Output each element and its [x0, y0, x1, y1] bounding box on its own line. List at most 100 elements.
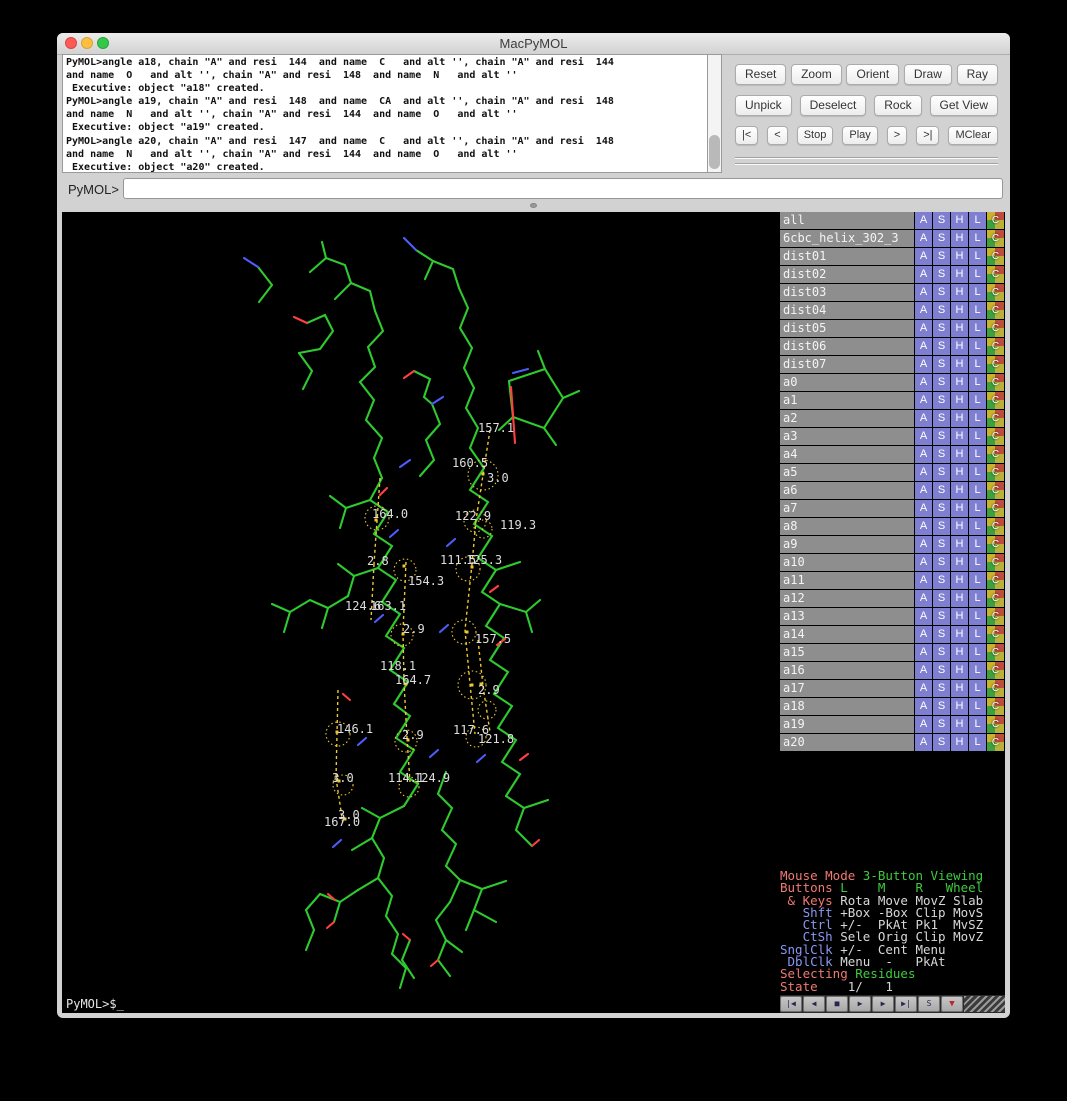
l-button[interactable]: L [969, 356, 986, 373]
l-button[interactable]: L [969, 392, 986, 409]
l-button[interactable]: L [969, 518, 986, 535]
h-button[interactable]: H [951, 464, 968, 481]
object-name[interactable]: a0 [780, 374, 914, 391]
s-button[interactable]: S [933, 518, 950, 535]
color-button[interactable]: C [987, 500, 1004, 517]
console-scrollbar-thumb[interactable] [709, 135, 720, 169]
s-button[interactable]: S [933, 464, 950, 481]
object-name[interactable]: dist07 [780, 356, 914, 373]
a-button[interactable]: A [915, 392, 932, 409]
h-button[interactable]: H [951, 572, 968, 589]
object-name[interactable]: 6cbc_helix_302_3 [780, 230, 914, 247]
s-button[interactable]: S [933, 536, 950, 553]
a-button[interactable]: A [915, 716, 932, 733]
s-button[interactable]: S [933, 410, 950, 427]
h-button[interactable]: H [951, 284, 968, 301]
object-name[interactable]: dist06 [780, 338, 914, 355]
h-button[interactable]: H [951, 266, 968, 283]
a-button[interactable]: A [915, 446, 932, 463]
btn-button[interactable]: |< [735, 126, 758, 145]
h-button[interactable]: H [951, 698, 968, 715]
l-button[interactable]: L [969, 536, 986, 553]
color-button[interactable]: C [987, 590, 1004, 607]
object-name[interactable]: a8 [780, 518, 914, 535]
color-button[interactable]: C [987, 446, 1004, 463]
l-button[interactable]: L [969, 626, 986, 643]
color-button[interactable]: C [987, 644, 1004, 661]
l-button[interactable]: L [969, 734, 986, 751]
object-name[interactable]: a14 [780, 626, 914, 643]
pymol-command-input[interactable] [123, 178, 1003, 199]
l-button[interactable]: L [969, 590, 986, 607]
s-button[interactable]: S [933, 500, 950, 517]
color-button[interactable]: C [987, 230, 1004, 247]
h-button[interactable]: H [951, 392, 968, 409]
a-button[interactable]: A [915, 248, 932, 265]
s-button[interactable]: S [933, 392, 950, 409]
resize-grip[interactable] [964, 996, 1005, 1012]
a-button[interactable]: A [915, 644, 932, 661]
l-button[interactable]: L [969, 428, 986, 445]
jump-end-button[interactable]: ▶| [895, 996, 917, 1012]
s-button[interactable]: S [933, 248, 950, 265]
color-button[interactable]: C [987, 662, 1004, 679]
s-button[interactable]: S [933, 644, 950, 661]
title-bar[interactable]: MacPyMOL [57, 33, 1010, 55]
object-name[interactable]: a18 [780, 698, 914, 715]
color-button[interactable]: C [987, 248, 1004, 265]
h-button[interactable]: H [951, 482, 968, 499]
h-button[interactable]: H [951, 356, 968, 373]
s-button[interactable]: S [933, 284, 950, 301]
color-button[interactable]: C [987, 374, 1004, 391]
object-name[interactable]: a19 [780, 716, 914, 733]
l-button[interactable]: L [969, 608, 986, 625]
object-name[interactable]: a1 [780, 392, 914, 409]
a-button[interactable]: A [915, 410, 932, 427]
a-button[interactable]: A [915, 428, 932, 445]
a-button[interactable]: A [915, 212, 932, 229]
ray-button[interactable]: Ray [957, 64, 998, 85]
object-name[interactable]: a7 [780, 500, 914, 517]
l-button[interactable]: L [969, 644, 986, 661]
object-name[interactable]: dist04 [780, 302, 914, 319]
color-button[interactable]: C [987, 572, 1004, 589]
movie-slider-groove[interactable] [735, 157, 998, 159]
object-name[interactable]: all [780, 212, 914, 229]
s-button[interactable]: S [933, 428, 950, 445]
a-button[interactable]: A [915, 536, 932, 553]
h-button[interactable]: H [951, 374, 968, 391]
s-button[interactable]: S [933, 590, 950, 607]
l-button[interactable]: L [969, 320, 986, 337]
movie-slider-groove-2[interactable] [735, 163, 998, 165]
object-name[interactable]: a12 [780, 590, 914, 607]
state-menu-button[interactable]: ▼ [941, 996, 963, 1012]
color-button[interactable]: C [987, 212, 1004, 229]
object-name[interactable]: dist01 [780, 248, 914, 265]
color-button[interactable]: C [987, 698, 1004, 715]
h-button[interactable]: H [951, 626, 968, 643]
s-button[interactable]: S [933, 230, 950, 247]
get-view-button[interactable]: Get View [930, 95, 998, 116]
h-button[interactable]: H [951, 446, 968, 463]
console-log[interactable]: PyMOL>angle a18, chain "A" and resi 144 … [62, 54, 707, 173]
l-button[interactable]: L [969, 410, 986, 427]
color-button[interactable]: C [987, 392, 1004, 409]
s-button[interactable]: S [933, 482, 950, 499]
s-button[interactable]: S [933, 266, 950, 283]
a-button[interactable]: A [915, 338, 932, 355]
color-button[interactable]: C [987, 554, 1004, 571]
h-button[interactable]: H [951, 410, 968, 427]
s-button[interactable]: S [933, 680, 950, 697]
object-name[interactable]: a2 [780, 410, 914, 427]
h-button[interactable]: H [951, 500, 968, 517]
l-button[interactable]: L [969, 266, 986, 283]
a-button[interactable]: A [915, 356, 932, 373]
l-button[interactable]: L [969, 212, 986, 229]
reset-button[interactable]: Reset [735, 64, 786, 85]
btn-button[interactable]: < [767, 126, 787, 145]
jump-start-button[interactable]: |◀ [780, 996, 802, 1012]
l-button[interactable]: L [969, 500, 986, 517]
h-button[interactable]: H [951, 644, 968, 661]
a-button[interactable]: A [915, 698, 932, 715]
color-button[interactable]: C [987, 608, 1004, 625]
